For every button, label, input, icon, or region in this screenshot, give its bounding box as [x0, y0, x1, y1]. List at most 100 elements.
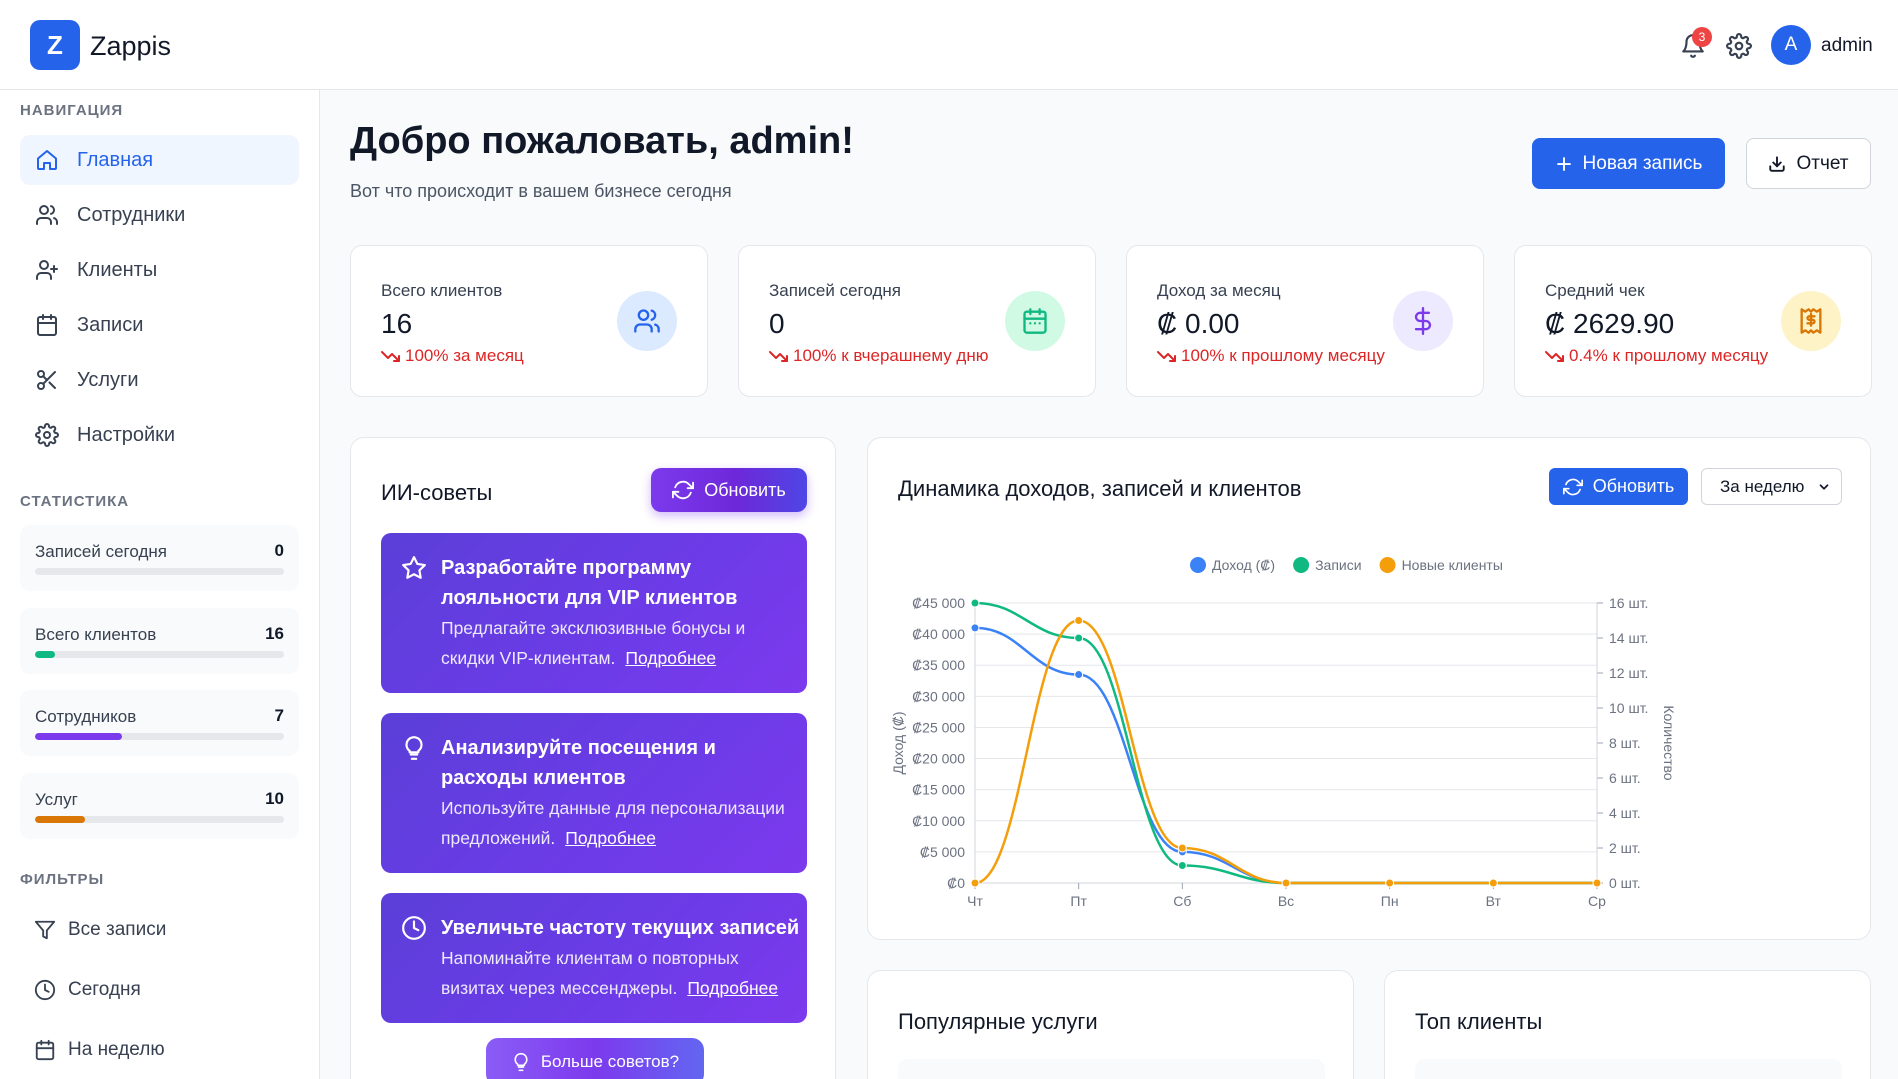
stat-progress-track [35, 733, 284, 740]
kpi-icon-receipt [1781, 291, 1841, 351]
trend-down-icon [1545, 351, 1564, 362]
logo-icon[interactable]: Z [30, 20, 80, 70]
stat-value: 0 [274, 541, 284, 560]
dynamics-chart-card: Динамика доходов, записей и клиентов Обн… [867, 437, 1871, 940]
x-tick-label: Пт [1070, 893, 1087, 909]
y-tick-label-right: 16 шт. [1609, 595, 1648, 611]
stat-progress-fill [35, 733, 123, 740]
tip-more-link[interactable]: Подробнее [625, 648, 716, 668]
filter-label: Все записи [68, 919, 167, 940]
sidebar: НАВИГАЦИЯ Главная Сотрудники Клиенты Зап… [0, 90, 320, 1079]
sidebar-item-employees[interactable]: Сотрудники [20, 190, 299, 240]
plus-icon [1556, 156, 1571, 171]
new-record-label: Новая запись [1582, 152, 1703, 174]
gear-icon[interactable] [1726, 33, 1752, 59]
filters-section-title: ФИЛЬТРЫ [20, 871, 105, 888]
kpi-label: Всего клиентов [381, 281, 503, 300]
top-bar: Z Zappis 3 A admin [0, 0, 1898, 90]
sidebar-item-services[interactable]: Услуги [20, 355, 299, 405]
filter-today[interactable]: Сегодня [20, 968, 299, 1012]
y-axis-title-right: Количество [1661, 705, 1677, 780]
trend-down-icon [769, 351, 788, 362]
data-point [1177, 843, 1187, 853]
tip-description: Напоминайте клиентам о повторных визитах… [441, 943, 791, 1003]
kpi-icon-users [617, 291, 677, 351]
more-tips-label: Больше советов? [540, 1052, 680, 1071]
more-tips-button[interactable]: Больше советов? [486, 1038, 704, 1079]
kpi-label: Средний чек [1545, 281, 1645, 300]
ai-refresh-label: Обновить [704, 479, 786, 500]
page-subtitle: Вот что происходит в вашем бизнесе сегод… [350, 181, 732, 201]
sidebar-item-home[interactable]: Главная [20, 135, 299, 185]
report-button[interactable]: Отчет [1746, 138, 1871, 189]
tip-more-link[interactable]: Подробнее [565, 828, 656, 848]
lightbulb-icon [405, 736, 423, 760]
new-record-button[interactable]: Новая запись [1532, 138, 1725, 189]
app-name[interactable]: Zappis [90, 31, 171, 62]
refresh-icon [1562, 478, 1583, 495]
users-icon [634, 309, 660, 333]
y-tick-label-left: ₡35 000 [912, 657, 965, 673]
x-tick-label: Ср [1588, 893, 1606, 909]
list-item[interactable] [1415, 1059, 1842, 1079]
legend-marker [1379, 557, 1396, 573]
tip-title: Разработайте программу лояльности для VI… [441, 557, 738, 609]
x-tick-label: Сб [1173, 893, 1191, 909]
calendar-icon [37, 314, 57, 336]
avatar[interactable]: A [1771, 25, 1811, 65]
x-tick-label: Чт [967, 893, 983, 909]
data-point [970, 878, 980, 888]
period-select[interactable]: За неделю [1701, 468, 1842, 505]
trend-down-icon [381, 351, 400, 362]
line-chart: ₡0 ₡5 000 ₡10 000 ₡15 000 ₡20 000 ₡25 000 ₡30 … [890, 557, 1677, 909]
sidebar-item-clients[interactable]: Клиенты [20, 245, 299, 295]
tip-card: Анализируйте посещения и расходы клиенто… [381, 713, 807, 873]
kpi-icon-calendar [1005, 291, 1065, 351]
list-item[interactable] [898, 1059, 1325, 1079]
stat-employees: Сотрудников 7 [20, 690, 299, 756]
stat-progress-fill [35, 651, 55, 658]
sidebar-item-settings[interactable]: Настройки [20, 410, 299, 460]
y-tick-label-left: ₡45 000 [912, 595, 965, 611]
stat-label: Сотрудников [35, 707, 137, 726]
x-tick-label: Вс [1278, 893, 1294, 909]
sidebar-item-label: Настройки [77, 423, 176, 446]
kpi-value: 0 [769, 308, 785, 339]
y-tick-label-right: 12 шт. [1609, 665, 1648, 681]
ai-tips-title: ИИ-советы [381, 480, 493, 505]
y-tick-label-right: 10 шт. [1609, 700, 1648, 716]
data-point [1592, 878, 1602, 888]
top-clients-title: Топ клиенты [1415, 1009, 1543, 1034]
kpi-change: 100% за месяц [381, 346, 524, 366]
stat-value: 16 [265, 624, 284, 643]
chart-refresh-button[interactable]: Обновить [1549, 468, 1688, 505]
filter-all-records[interactable]: Все записи [20, 908, 299, 952]
filter-week[interactable]: На неделю [20, 1028, 299, 1072]
y-tick-label-left: ₡30 000 [912, 688, 965, 704]
calendar-icon [1023, 308, 1047, 334]
filter-label: На неделю [68, 1039, 165, 1060]
ai-refresh-button[interactable]: Обновить [651, 468, 807, 512]
sidebar-item-label: Клиенты [77, 258, 158, 281]
gear-icon [35, 423, 59, 447]
y-tick-label-right: 8 шт. [1609, 735, 1641, 751]
tip-description: Используйте данные для персонализации пр… [441, 793, 791, 853]
username[interactable]: admin [1821, 35, 1873, 57]
kpi-change-text: 100% к прошлому месяцу [1181, 346, 1385, 365]
sidebar-item-appointments[interactable]: Записи [20, 300, 299, 350]
calendar-icon [35, 1039, 55, 1061]
tip-card: Разработайте программу лояльности для VI… [381, 533, 807, 693]
tip-more-link[interactable]: Подробнее [687, 978, 778, 998]
chevron-down-icon [1819, 483, 1829, 490]
y-tick-label-left: ₡40 000 [912, 626, 965, 642]
kpi-label: Доход за месяц [1157, 281, 1281, 300]
page-title: Добро пожаловать, admin! [350, 120, 854, 162]
tip-card: Увеличьте частоту текущих записей Напоми… [381, 893, 807, 1023]
lightbulb-icon [514, 1052, 528, 1072]
data-point [1177, 861, 1187, 870]
y-tick-label-left: ₡20 000 [912, 751, 965, 767]
y-tick-label-right: 14 шт. [1609, 630, 1648, 646]
stat-value: 10 [265, 789, 284, 808]
tip-title: Анализируйте посещения и расходы клиенто… [441, 737, 716, 789]
data-point [1074, 633, 1084, 643]
